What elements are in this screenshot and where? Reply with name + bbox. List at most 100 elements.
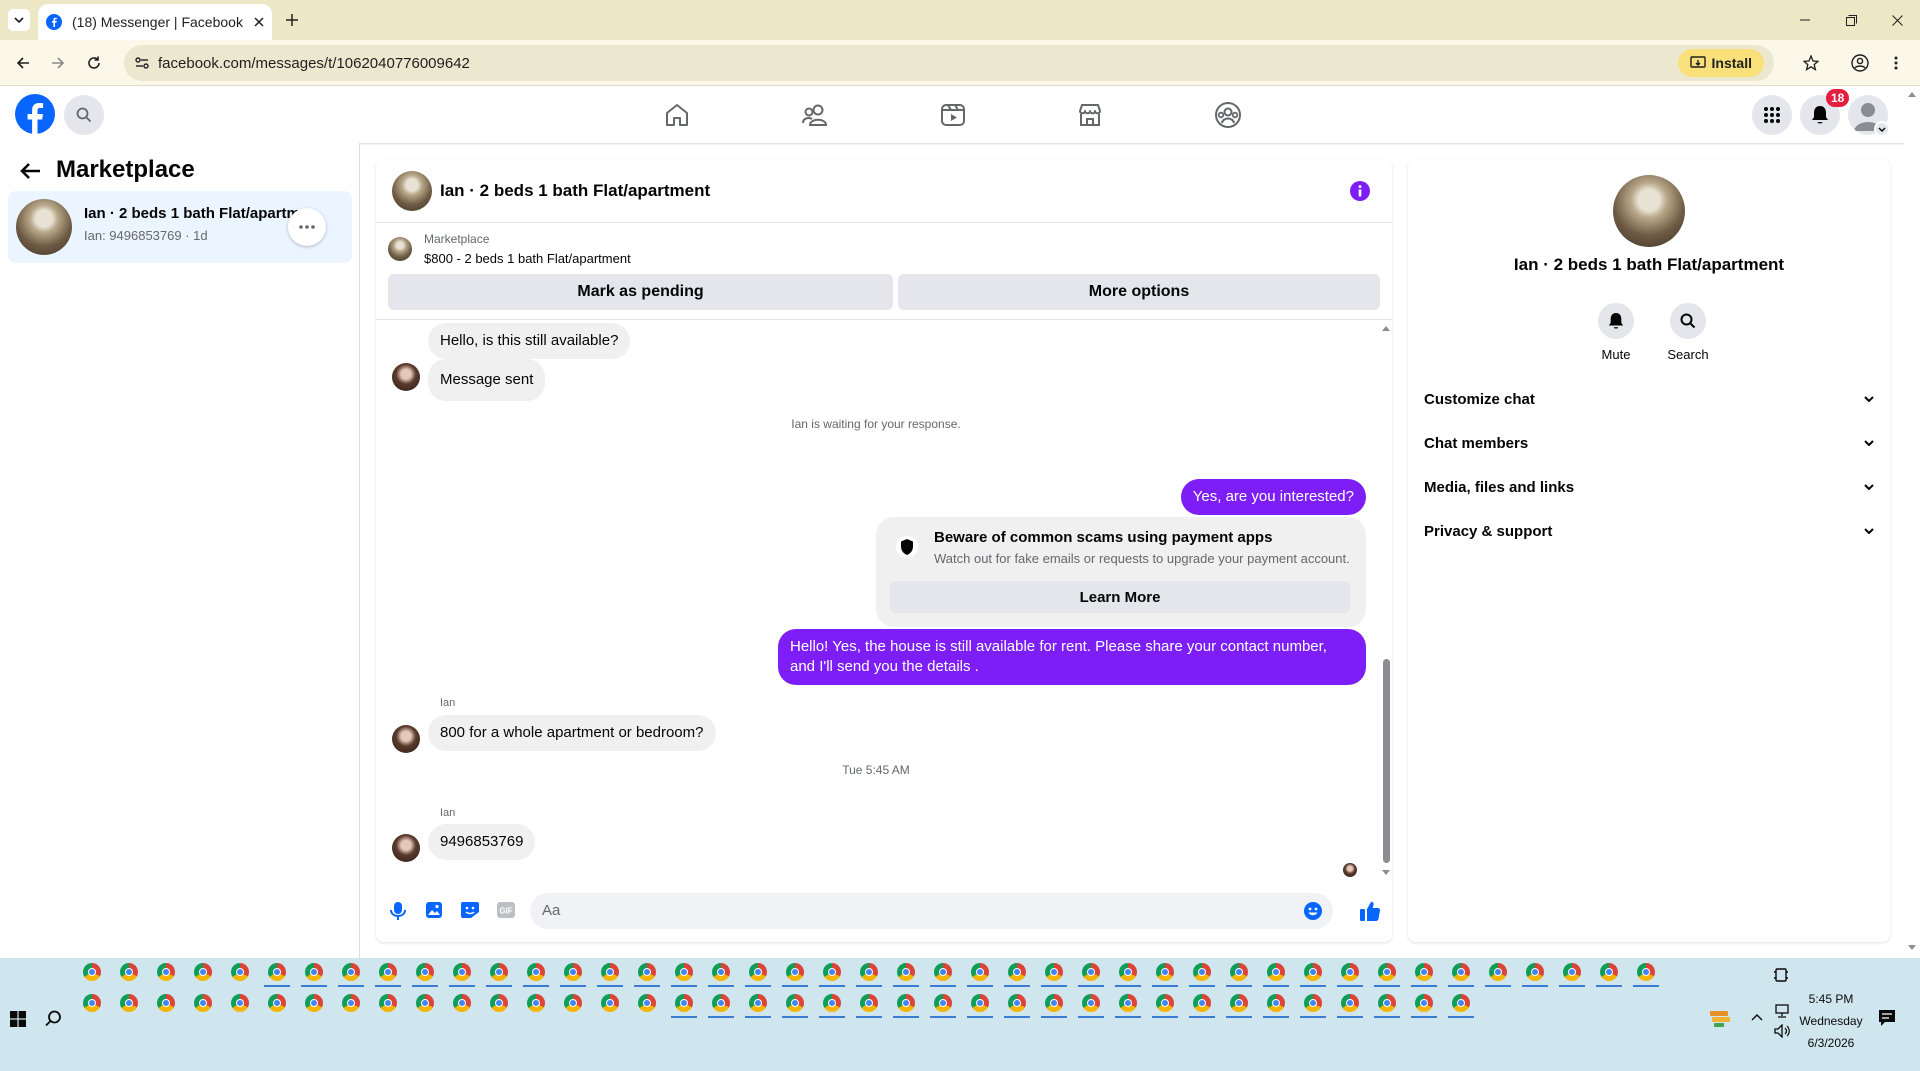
windows-start-icon[interactable]	[10, 1011, 26, 1027]
taskbar-app-icon[interactable]	[671, 994, 697, 1018]
taskbar-app-icon[interactable]	[1041, 994, 1067, 1018]
taskbar-app-icon[interactable]	[1448, 963, 1474, 987]
taskbar-app-icon[interactable]	[930, 994, 956, 1018]
taskbar-app-icon[interactable]	[1596, 963, 1622, 987]
scroll-down-arrow-icon[interactable]	[1382, 870, 1390, 876]
accordion-chat-members[interactable]: Chat members	[1424, 425, 1874, 461]
taskbar-app-icon[interactable]	[1152, 963, 1178, 987]
close-window-button[interactable]	[1887, 10, 1907, 30]
minimize-window-button[interactable]	[1795, 10, 1815, 30]
taskbar-app-icon[interactable]	[634, 963, 660, 987]
taskbar-app-icon[interactable]	[638, 994, 656, 1012]
listing-title[interactable]: $800 - 2 beds 1 bath Flat/apartment	[424, 251, 631, 266]
taskbar-app-icon[interactable]	[1041, 963, 1067, 987]
menu-button[interactable]	[1752, 95, 1792, 135]
scroll-up-arrow-icon[interactable]	[1908, 91, 1916, 97]
taskbar-app-icon[interactable]	[819, 994, 845, 1018]
taskbar-app-icon[interactable]	[1004, 963, 1030, 987]
taskbar-app-icon[interactable]	[194, 963, 212, 981]
taskbar-app-icon[interactable]	[967, 963, 993, 987]
taskbar-app-icon[interactable]	[264, 963, 290, 987]
taskbar-app-icon[interactable]	[819, 963, 845, 987]
taskbar-app-icon[interactable]	[301, 963, 327, 987]
taskbar-app-icon[interactable]	[1115, 963, 1141, 987]
taskbar-app-icon[interactable]	[782, 994, 808, 1018]
taskbar-app-icon[interactable]	[782, 963, 808, 987]
taskbar-app-icon[interactable]	[120, 963, 138, 981]
account-dropdown-button[interactable]	[1874, 121, 1890, 137]
taskbar-app-icon[interactable]	[1115, 994, 1141, 1018]
taskbar-app-icon[interactable]	[1448, 994, 1474, 1018]
taskbar-app-icon[interactable]	[194, 994, 212, 1012]
back-button[interactable]	[12, 52, 34, 74]
scroll-down-arrow-icon[interactable]	[1908, 945, 1916, 951]
conversation-info-button[interactable]	[1350, 181, 1370, 201]
taskbar-app-icon[interactable]	[1263, 994, 1289, 1018]
accordion-media-files-links[interactable]: Media, files and links	[1424, 469, 1874, 505]
taskbar-app-icon[interactable]	[1411, 994, 1437, 1018]
nav-video[interactable]	[925, 97, 981, 133]
taskbar-app-icon[interactable]	[416, 994, 434, 1012]
notification-center-icon[interactable]	[1878, 1009, 1896, 1027]
facebook-logo-icon[interactable]	[15, 94, 55, 134]
restore-window-button[interactable]	[1841, 10, 1861, 30]
thumbs-up-icon[interactable]	[1359, 900, 1381, 922]
taskbar-app-icon[interactable]	[83, 994, 101, 1012]
chevron-up-icon[interactable]	[1751, 1013, 1763, 1021]
taskbar-app-icon[interactable]	[120, 994, 138, 1012]
taskbar-app-icon[interactable]	[490, 994, 508, 1012]
taskbar-app-icon[interactable]	[745, 963, 771, 987]
taskbar-app-icon[interactable]	[1078, 994, 1104, 1018]
taskbar-app-icon[interactable]	[449, 963, 475, 987]
taskbar-app-icon[interactable]	[1189, 994, 1215, 1018]
taskbar-app-icon[interactable]	[1226, 963, 1252, 987]
accordion-privacy-support[interactable]: Privacy & support	[1424, 513, 1874, 549]
chat-header-thumbnail[interactable]	[392, 171, 432, 211]
search-in-conversation-button[interactable]: Search	[1664, 303, 1712, 362]
close-tab-icon[interactable]	[254, 17, 264, 27]
taskbar-app-icon[interactable]	[527, 994, 545, 1012]
taskbar-app-icon[interactable]	[1004, 994, 1030, 1018]
taskbar-app-icon[interactable]	[1485, 963, 1511, 987]
install-app-button[interactable]: Install	[1677, 49, 1764, 77]
taskbar-app-icon[interactable]	[1522, 963, 1548, 987]
more-options-button[interactable]: More options	[898, 274, 1380, 310]
tab-search-button[interactable]	[8, 9, 30, 31]
taskbar-app-icon[interactable]	[1411, 963, 1437, 987]
taskbar-widget-icon[interactable]	[1773, 967, 1789, 983]
reload-button[interactable]	[83, 52, 105, 74]
mute-button[interactable]: Mute	[1592, 303, 1640, 362]
taskbar-app-icon[interactable]	[856, 994, 882, 1018]
taskbar-app-icon[interactable]	[268, 994, 286, 1012]
learn-more-button[interactable]: Learn More	[890, 581, 1350, 613]
taskbar-app-icon[interactable]	[157, 963, 175, 981]
taskbar-app-icon[interactable]	[83, 963, 101, 981]
scroll-up-arrow-icon[interactable]	[1382, 325, 1390, 331]
taskbar-app-icon[interactable]	[231, 963, 249, 981]
taskbar-app-icon[interactable]	[671, 963, 697, 987]
taskbar-app-icon[interactable]	[1078, 963, 1104, 987]
nav-marketplace[interactable]	[1062, 97, 1118, 133]
message-input[interactable]: Aa	[530, 893, 1333, 929]
taskbar-app-icon[interactable]	[1559, 963, 1585, 987]
browser-tab-messenger[interactable]: (18) Messenger | Facebook	[38, 4, 272, 40]
taskbar-app-icon[interactable]	[564, 994, 582, 1012]
taskbar-app-icon[interactable]	[1337, 963, 1363, 987]
taskbar-app-icon[interactable]	[708, 994, 734, 1018]
conversation-options-button[interactable]	[288, 208, 326, 246]
sticker-icon[interactable]	[460, 901, 480, 919]
new-tab-button[interactable]	[282, 10, 302, 30]
weather-icon[interactable]	[1708, 1008, 1732, 1030]
taskbar-app-icon[interactable]	[1337, 994, 1363, 1018]
taskbar-app-icon[interactable]	[1300, 963, 1326, 987]
taskbar-clock[interactable]: 5:45 PM Wednesday 6/3/2026	[1796, 988, 1866, 1054]
sender-avatar[interactable]	[392, 725, 420, 753]
nav-friends[interactable]	[787, 97, 843, 133]
bookmark-button[interactable]	[1800, 52, 1822, 74]
taskbar-app-icon[interactable]	[930, 963, 956, 987]
taskbar-app-icon[interactable]	[412, 963, 438, 987]
taskbar-app-icon[interactable]	[1263, 963, 1289, 987]
taskbar-app-icon[interactable]	[601, 994, 619, 1012]
taskbar-app-icon[interactable]	[157, 994, 175, 1012]
forward-button[interactable]	[47, 52, 69, 74]
